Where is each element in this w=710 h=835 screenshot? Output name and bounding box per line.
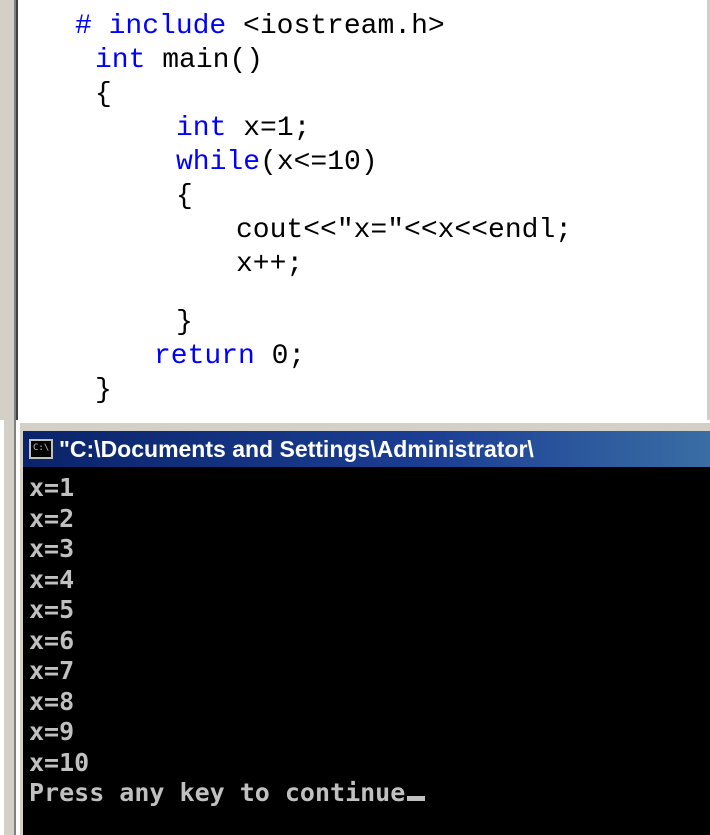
console-output-line: x=9 xyxy=(29,717,75,746)
console-output-line: x=1 xyxy=(29,473,75,502)
console-output-line: x=7 xyxy=(29,656,75,685)
code-text: <iostream.h> xyxy=(226,11,445,42)
console-output-line: x=5 xyxy=(29,595,75,624)
console-output-line: x=2 xyxy=(29,503,75,533)
code-line: } xyxy=(95,374,112,408)
console-output-line: x=4 xyxy=(29,564,75,594)
code-keyword: int xyxy=(176,113,227,144)
console-output-area[interactable]: x=1 x=2 x=3 x=4 x=5 x=6 x=7 x=8 x=9 x=10 Press any… xyxy=(23,471,710,835)
code-keyword: int xyxy=(95,45,146,76)
text-cursor xyxy=(407,796,426,801)
console-prompt-line: Press any key to continue xyxy=(29,778,426,808)
code-text: } xyxy=(95,375,112,406)
code-keyword: # include xyxy=(75,11,227,42)
code-line: # include <iostream.h> xyxy=(75,10,445,44)
code-text: cout<<"x="<<x<<endl; xyxy=(236,215,573,246)
console-title: "C:\Documents and Settings\Administrator… xyxy=(59,435,534,462)
console-output-line: x=8 xyxy=(29,686,75,716)
code-text: main() xyxy=(145,45,264,76)
code-text: { xyxy=(176,181,193,212)
window-frame-top xyxy=(23,423,710,431)
code-line: x++; xyxy=(236,248,303,282)
console-window[interactable]: C:\ "C:\Documents and Settings\Administr… xyxy=(20,423,710,835)
console-output-line: x=3 xyxy=(29,534,75,563)
console-window-icon[interactable]: C:\ xyxy=(29,439,53,459)
console-output-line: x=6 xyxy=(29,625,75,655)
window-frame-edge xyxy=(4,420,16,835)
code-text: } xyxy=(176,307,193,338)
code-line: while(x<=10) xyxy=(176,146,378,180)
code-text: (x<=10) xyxy=(260,147,378,178)
code-line: cout<<"x="<<x<<endl; xyxy=(236,214,572,248)
console-prompt: Press any key to continue xyxy=(29,778,406,807)
code-line: } xyxy=(176,306,193,340)
editor-gutter xyxy=(0,0,18,420)
code-keyword: while xyxy=(176,147,261,178)
code-text: x++; xyxy=(236,249,304,280)
code-text: x=1; xyxy=(226,113,311,144)
console-titlebar[interactable]: C:\ "C:\Documents and Settings\Administr… xyxy=(23,431,710,467)
code-line: return 0; xyxy=(154,340,305,374)
code-keyword: return xyxy=(154,341,255,372)
console-output-line: x=10 xyxy=(29,747,90,777)
code-line: { xyxy=(95,78,112,112)
code-editor[interactable]: # include <iostream.h> int main(){int x=1… xyxy=(0,0,710,420)
code-line: int x=1; xyxy=(176,112,310,146)
background-strip xyxy=(0,420,20,835)
code-text: 0; xyxy=(254,341,306,372)
code-line: int main() xyxy=(95,44,263,78)
code-line: { xyxy=(176,180,193,214)
code-text: { xyxy=(95,79,112,110)
